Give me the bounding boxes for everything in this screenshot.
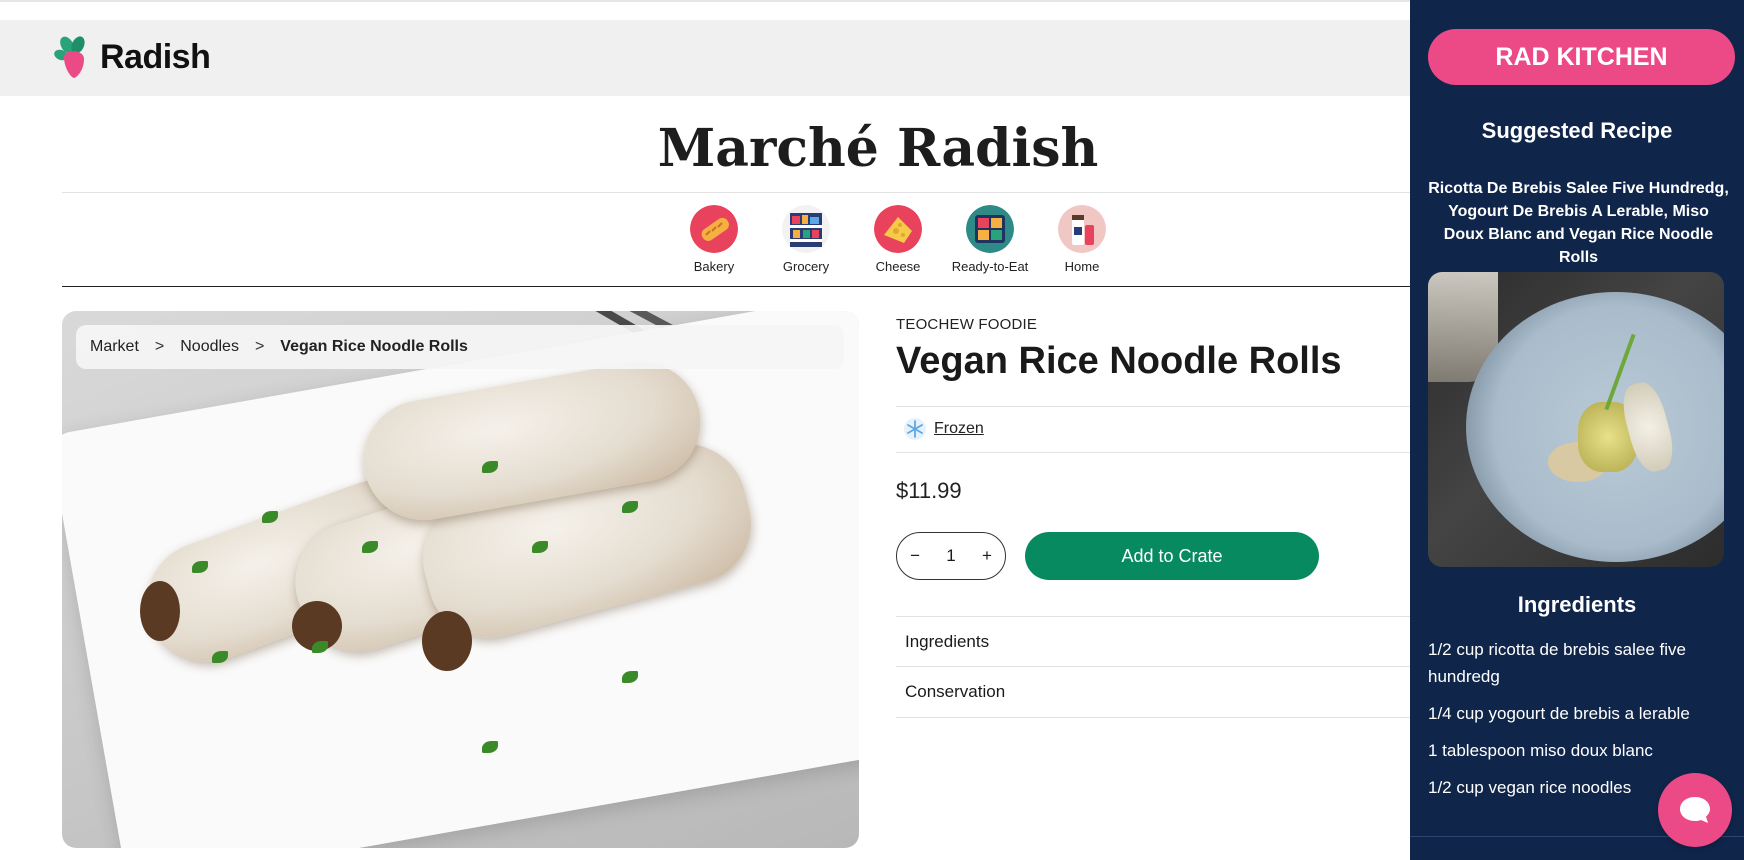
bread-icon [690,205,738,253]
category-label: Cheese [875,259,921,274]
divider [62,192,1410,193]
ingredient-item: 1 tablespoon miso doux blanc [1428,741,1653,760]
home-goods-icon [1058,205,1106,253]
roll-filling [140,581,180,641]
shelves-icon [782,205,830,253]
category-grocery[interactable]: Grocery [760,205,852,274]
add-to-crate-button[interactable]: Add to Crate [1025,532,1319,580]
site-header: Radish [0,20,1410,96]
category-bakery[interactable]: Bakery [668,205,760,274]
breadcrumb-separator: > [254,338,265,355]
category-label: Grocery [782,259,830,274]
roll-filling [422,611,472,671]
top-border [0,0,1410,2]
quantity-value: 1 [946,546,956,565]
accordion-ingredients[interactable]: Ingredients [896,616,1410,666]
rad-kitchen-button[interactable]: RAD KITCHEN [1428,29,1735,85]
logo[interactable]: Radish [54,35,211,79]
category-label: Ready-to-Eat [951,259,1029,274]
divider [896,717,1410,718]
breadcrumb-separator: > [154,338,165,355]
category-nav: Bakery Grocery Cheese Ready-to-Eat Home [668,205,1128,274]
product-title: Vegan Rice Noodle Rolls [896,340,1342,382]
frozen-tag: Frozen [904,418,984,440]
accordion-conservation[interactable]: Conservation [896,666,1410,716]
chat-button[interactable] [1658,773,1732,847]
breadcrumb-link[interactable]: Noodles [180,338,239,356]
ingredient-item: 1/4 cup yogourt de brebis a lerable [1428,704,1690,723]
radish-logo-icon [54,36,85,78]
category-label: Bakery [693,259,735,274]
category-home[interactable]: Home [1036,205,1128,274]
logo-text: Radish [100,37,211,76]
cheese-icon [874,205,922,253]
divider [896,452,1410,453]
meal-tray-icon [966,205,1014,253]
recipe-name: Ricotta De Brebis Salee Five Hundredg, Y… [1428,180,1729,266]
increase-button[interactable]: + [982,546,992,566]
ingredient-item: 1/2 cup ricotta de brebis salee five hun… [1428,640,1686,686]
divider [62,286,1410,287]
product-image: Market > Noodles > Vegan Rice Noodle Rol… [62,311,859,848]
rad-kitchen-panel: RAD KITCHEN Suggested Recipe Ricotta De … [1410,0,1744,860]
breadcrumb: Market > Noodles > Vegan Rice Noodle Rol… [76,325,844,369]
decrease-button[interactable]: − [910,546,920,566]
breadcrumb-link[interactable]: Market [90,338,139,356]
category-cheese[interactable]: Cheese [852,205,944,274]
divider [896,406,1410,407]
suggested-recipe-heading: Suggested Recipe [1481,118,1673,143]
vendor-name[interactable]: TEOCHEW FOODIE [896,316,1037,333]
chat-bubble-icon [1680,797,1710,823]
ingredients-heading: Ingredients [1517,592,1637,617]
breadcrumb-current: Vegan Rice Noodle Rolls [280,338,468,355]
snowflake-icon [904,418,926,440]
recipe-image [1428,272,1724,567]
quantity-stepper: − 1 + [896,532,1006,580]
product-price: $11.99 [896,478,962,503]
frozen-link[interactable]: Frozen [934,420,984,438]
category-ready-to-eat[interactable]: Ready-to-Eat [944,205,1036,274]
category-label: Home [1064,259,1100,274]
